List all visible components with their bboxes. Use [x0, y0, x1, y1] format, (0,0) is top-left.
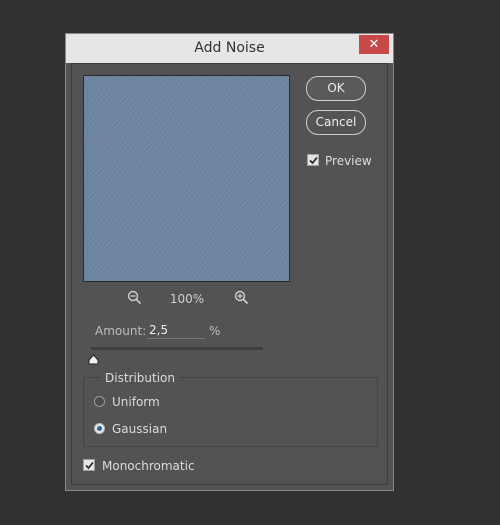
cancel-button[interactable]: Cancel	[306, 110, 366, 135]
dialog-title: Add Noise	[194, 40, 265, 56]
close-button[interactable]: ✕	[359, 35, 389, 54]
zoom-in-icon[interactable]	[234, 290, 249, 309]
gaussian-label[interactable]: Gaussian	[112, 422, 167, 436]
checkmark-icon	[309, 156, 318, 165]
zoom-controls: 100%	[66, 290, 306, 310]
amount-unit: %	[209, 324, 221, 338]
amount-slider-thumb[interactable]	[88, 350, 99, 369]
preview-checkbox[interactable]	[307, 154, 319, 166]
zoom-out-icon[interactable]	[127, 290, 142, 309]
dialog-titlebar[interactable]: Add Noise ✕	[66, 34, 393, 63]
uniform-radio[interactable]	[94, 396, 105, 407]
radio-selected-dot	[97, 426, 102, 431]
gaussian-radio[interactable]	[94, 423, 105, 434]
distribution-group	[83, 377, 378, 447]
amount-label: Amount:	[95, 324, 147, 338]
amount-slider-track[interactable]	[91, 347, 263, 350]
preview-image[interactable]	[83, 75, 290, 282]
amount-input[interactable]: 2,5	[147, 322, 205, 339]
checkmark-icon	[85, 461, 94, 470]
monochromatic-label[interactable]: Monochromatic	[102, 459, 195, 473]
distribution-legend: Distribution	[101, 371, 180, 385]
zoom-level: 100%	[169, 292, 205, 306]
add-noise-dialog: Add Noise ✕ 100% OK Cancel Preview Amoun…	[65, 33, 394, 491]
close-icon: ✕	[368, 37, 380, 52]
monochromatic-checkbox[interactable]	[83, 459, 95, 471]
ok-button[interactable]: OK	[306, 76, 366, 101]
uniform-label[interactable]: Uniform	[112, 395, 160, 409]
preview-label[interactable]: Preview	[325, 154, 372, 168]
